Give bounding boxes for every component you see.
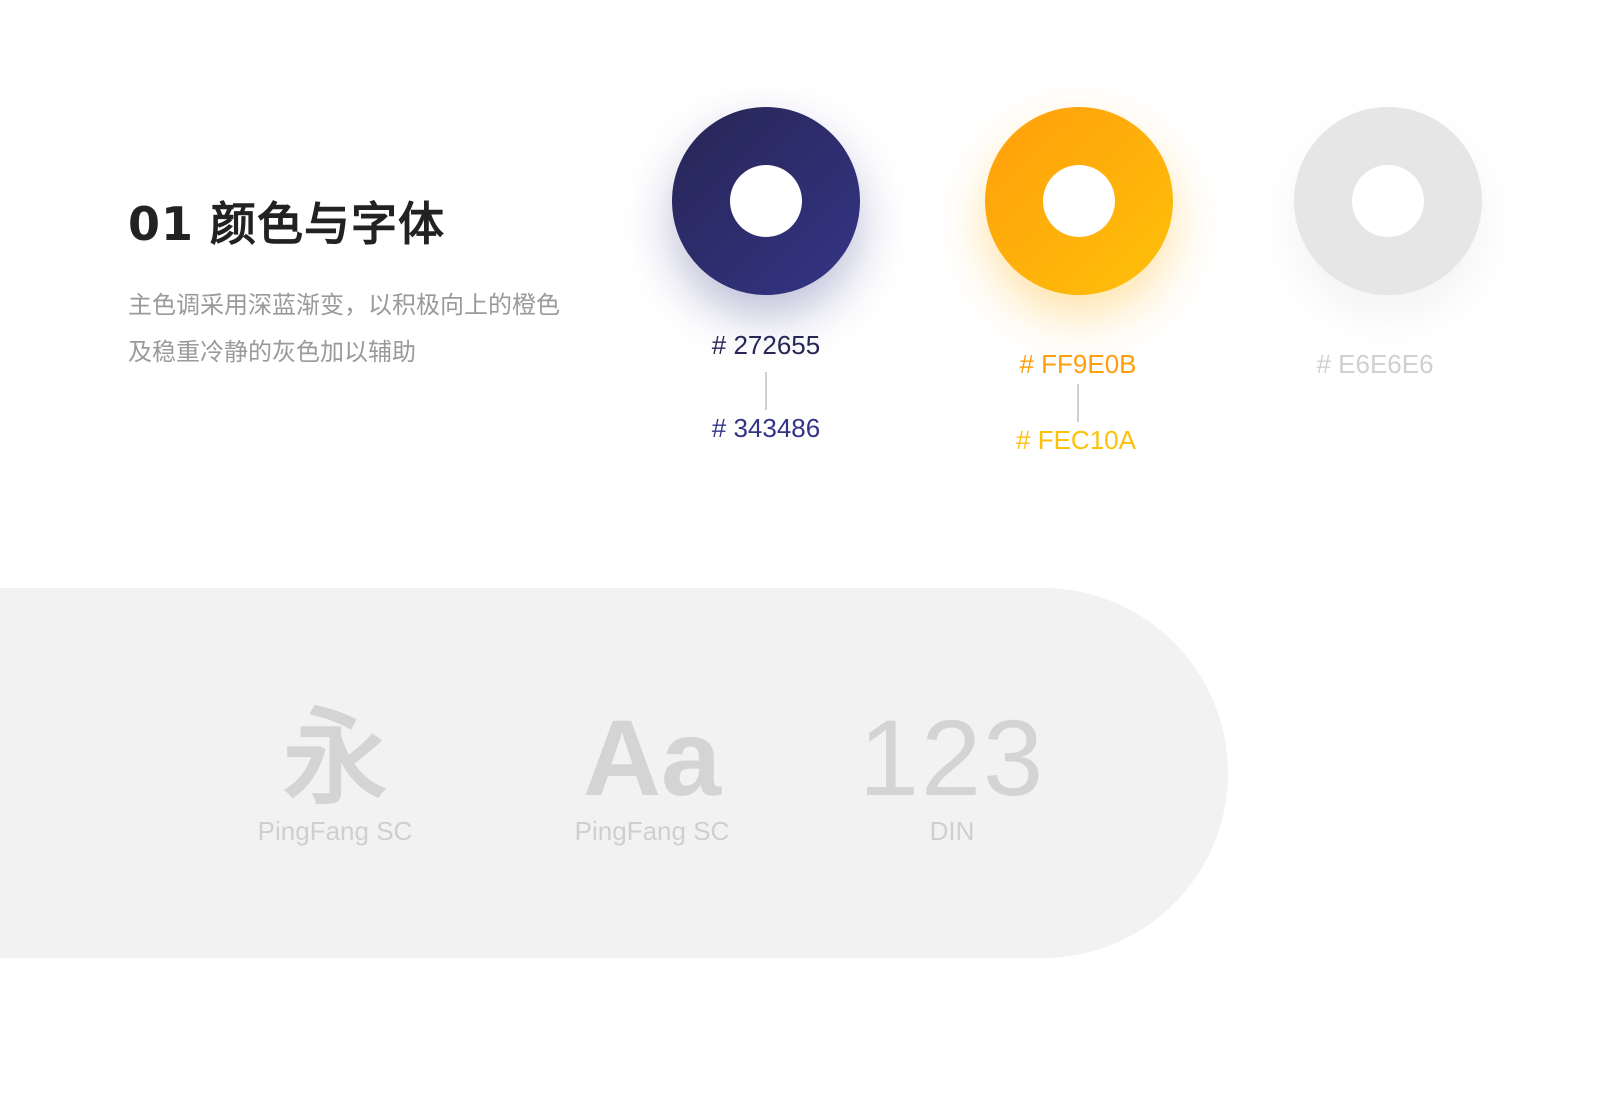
section-number: 01 bbox=[128, 197, 195, 251]
orange-start-hex-label: # FF9E0B bbox=[1019, 349, 1137, 379]
font-glyph-digits: 123 bbox=[858, 697, 1046, 818]
gray-hex-label: # E6E6E6 bbox=[1316, 349, 1434, 379]
navy-gradient-connector bbox=[765, 372, 767, 410]
font-name-latin: PingFang SC bbox=[574, 816, 730, 846]
swatch-center-hole bbox=[1043, 165, 1115, 237]
orange-gradient-swatch bbox=[985, 107, 1173, 295]
navy-gradient-swatch bbox=[672, 107, 860, 295]
section-description: 主色调采用深蓝渐变，以积极向上的橙色 及稳重冷静的灰色加以辅助 bbox=[128, 282, 608, 376]
navy-start-hex-label: # 272655 bbox=[711, 330, 821, 360]
section-title: 01 颜色与字体 bbox=[128, 188, 445, 254]
font-sample-chinese: 永 PingFang SC bbox=[258, 706, 413, 847]
orange-gradient-connector bbox=[1077, 384, 1079, 422]
font-glyph-chinese: 永 bbox=[282, 697, 387, 819]
swatch-center-hole bbox=[730, 165, 802, 237]
gray-swatch bbox=[1294, 107, 1482, 295]
font-sample-digits: 123 DIN bbox=[858, 697, 1046, 847]
font-sample-latin: Aa PingFang SC bbox=[574, 697, 730, 847]
description-line-2: 及稳重冷静的灰色加以辅助 bbox=[128, 338, 416, 366]
swatch-center-hole bbox=[1352, 165, 1424, 237]
font-name-digits: DIN bbox=[929, 816, 975, 846]
section-title-text: 颜色与字体 bbox=[210, 197, 446, 251]
orange-end-hex-label: # FEC10A bbox=[1016, 425, 1136, 455]
font-glyph-latin: Aa bbox=[582, 697, 722, 818]
description-line-1: 主色调采用深蓝渐变，以积极向上的橙色 bbox=[128, 291, 560, 319]
navy-end-hex-label: # 343486 bbox=[711, 413, 821, 443]
font-name-chinese: PingFang SC bbox=[257, 816, 413, 846]
